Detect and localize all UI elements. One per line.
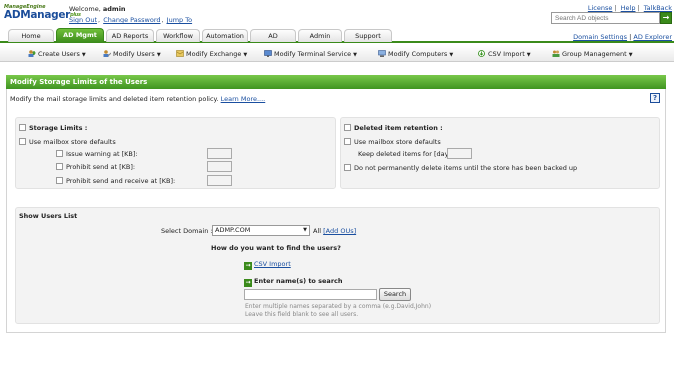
no-delete-checkbox[interactable] bbox=[344, 164, 351, 171]
group-icon bbox=[552, 50, 560, 57]
username: admin bbox=[102, 5, 126, 13]
logo-product: ADManagerplus bbox=[4, 9, 81, 21]
search-button[interactable]: Search bbox=[379, 288, 411, 301]
arrow-right-icon: → bbox=[244, 262, 252, 270]
retention-defaults-checkbox[interactable] bbox=[344, 138, 351, 145]
no-delete-label: Do not permanently delete items until th… bbox=[354, 164, 578, 172]
panel-description: Modify the mail storage limits and delet… bbox=[10, 95, 266, 103]
csv-import-option[interactable]: → CSV Import bbox=[244, 260, 291, 270]
modify-computers-menu[interactable]: Modify Computers ▼ bbox=[378, 50, 453, 58]
users-list-heading: Show Users List bbox=[19, 212, 78, 220]
panel-title: Modify Storage Limits of the Users bbox=[6, 75, 666, 89]
header-links: Sign Out, Change Password, Jump To bbox=[69, 16, 193, 24]
welcome-text: Welcome, admin bbox=[69, 5, 126, 13]
find-users-question: How do you want to find the users? bbox=[211, 244, 341, 252]
help-icon[interactable]: ? bbox=[650, 93, 660, 103]
search-input[interactable] bbox=[551, 12, 660, 24]
chevron-down-icon: ▼ bbox=[303, 227, 307, 233]
jump-to-link[interactable]: Jump To bbox=[167, 16, 192, 24]
storage-limits-checkbox[interactable] bbox=[19, 124, 26, 131]
domain-links: Domain Settings | AD Explorer bbox=[573, 33, 672, 41]
computer-icon bbox=[378, 50, 386, 57]
prohibit-send-input[interactable] bbox=[207, 161, 232, 172]
csv-import-link[interactable]: CSV Import bbox=[254, 260, 291, 268]
help-link[interactable]: Help bbox=[621, 4, 636, 12]
ad-explorer-link[interactable]: AD Explorer bbox=[633, 33, 672, 41]
prohibit-send-label: Prohibit send at [KB]: bbox=[66, 163, 136, 171]
search-go-button[interactable]: → bbox=[660, 12, 672, 24]
enter-names-row: → Enter name(s) to search bbox=[244, 277, 343, 287]
keep-days-input[interactable] bbox=[447, 148, 472, 159]
talkback-link[interactable]: TalkBack bbox=[644, 4, 672, 12]
exchange-icon bbox=[176, 50, 184, 57]
retention-checkbox[interactable] bbox=[344, 124, 351, 131]
app-logo: ManageEngine ADManagerplus bbox=[4, 4, 81, 26]
sign-out-link[interactable]: Sign Out bbox=[69, 16, 97, 24]
issue-warning-input[interactable] bbox=[207, 148, 232, 159]
modify-exchange-menu[interactable]: Modify Exchange ▼ bbox=[176, 50, 247, 58]
prohibit-send-receive-input[interactable] bbox=[207, 175, 232, 186]
storage-defaults-row: Use mailbox store defaults bbox=[19, 138, 116, 146]
modify-users-menu[interactable]: Modify Users ▼ bbox=[103, 50, 161, 58]
enter-names-label: Enter name(s) to search bbox=[254, 277, 343, 285]
no-delete-row: Do not permanently delete items until th… bbox=[344, 164, 577, 172]
prohibit-send-receive-label: Prohibit send and receive at [KB]: bbox=[66, 177, 176, 185]
retention-defaults-row: Use mailbox store defaults bbox=[344, 138, 441, 146]
arrow-right-icon: → bbox=[244, 279, 252, 287]
csv-icon bbox=[478, 50, 486, 57]
tab-workflow[interactable]: Workflow bbox=[156, 29, 200, 42]
tab-home[interactable]: Home bbox=[8, 29, 54, 42]
storage-limits-heading: Storage Limits : bbox=[29, 124, 88, 132]
tab-ad-mgmt[interactable]: AD Mgmt bbox=[56, 28, 104, 43]
domain-select[interactable]: ADMP.COM ▼ bbox=[212, 225, 310, 236]
issue-warning-label: Issue warning at [KB]: bbox=[66, 150, 138, 158]
prohibit-send-row: Prohibit send at [KB]: bbox=[56, 163, 135, 171]
retention-heading: Deleted item retention : bbox=[354, 124, 443, 132]
tab-admin[interactable]: Admin bbox=[298, 29, 342, 42]
select-domain-label: Select Domain : bbox=[161, 227, 213, 235]
tab-ad-reports[interactable]: AD Reports bbox=[106, 29, 154, 42]
prohibit-send-receive-checkbox[interactable] bbox=[56, 177, 63, 184]
keep-days-label: Keep deleted items for [days]: bbox=[358, 150, 457, 158]
learn-more-link[interactable]: Learn More.... bbox=[221, 95, 266, 103]
tab-ad-delegation[interactable]: AD Delegation bbox=[250, 29, 296, 52]
add-ous-link[interactable]: [Add OUs] bbox=[323, 227, 356, 235]
hint-multiple-names: Enter multiple names separated by a comm… bbox=[245, 303, 432, 310]
retention-defaults-label: Use mailbox store defaults bbox=[354, 138, 441, 146]
modify-terminal-service-menu[interactable]: Modify Terminal Service ▼ bbox=[264, 50, 357, 58]
all-label: All bbox=[313, 227, 322, 235]
prohibit-send-checkbox[interactable] bbox=[56, 163, 63, 170]
user-edit-icon bbox=[103, 50, 112, 57]
storage-limits-row: Storage Limits : bbox=[19, 124, 87, 132]
tab-automation[interactable]: Automation bbox=[202, 29, 248, 42]
retention-row: Deleted item retention : bbox=[344, 124, 443, 132]
user-add-icon bbox=[28, 50, 36, 57]
terminal-icon bbox=[264, 50, 272, 57]
issue-warning-row: Issue warning at [KB]: bbox=[56, 150, 138, 158]
storage-defaults-label: Use mailbox store defaults bbox=[29, 138, 116, 146]
csv-import-menu[interactable]: CSV Import ▼ bbox=[478, 50, 531, 58]
change-password-link[interactable]: Change Password bbox=[103, 16, 160, 24]
prohibit-send-receive-row: Prohibit send and receive at [KB]: bbox=[56, 177, 175, 185]
tab-support[interactable]: Support bbox=[344, 29, 392, 42]
license-link[interactable]: License bbox=[588, 4, 613, 12]
issue-warning-checkbox[interactable] bbox=[56, 150, 63, 157]
storage-defaults-checkbox[interactable] bbox=[19, 138, 26, 145]
top-links: License | Help | TalkBack bbox=[587, 4, 672, 12]
create-users-menu[interactable]: Create Users ▼ bbox=[28, 50, 86, 58]
group-management-menu[interactable]: Group Management ▼ bbox=[552, 50, 633, 58]
domain-scope: All [Add OUs] bbox=[313, 227, 356, 235]
names-search-input[interactable] bbox=[244, 289, 377, 300]
hint-blank-all: Leave this field blank to see all users. bbox=[245, 311, 359, 318]
domain-settings-link[interactable]: Domain Settings bbox=[573, 33, 627, 41]
